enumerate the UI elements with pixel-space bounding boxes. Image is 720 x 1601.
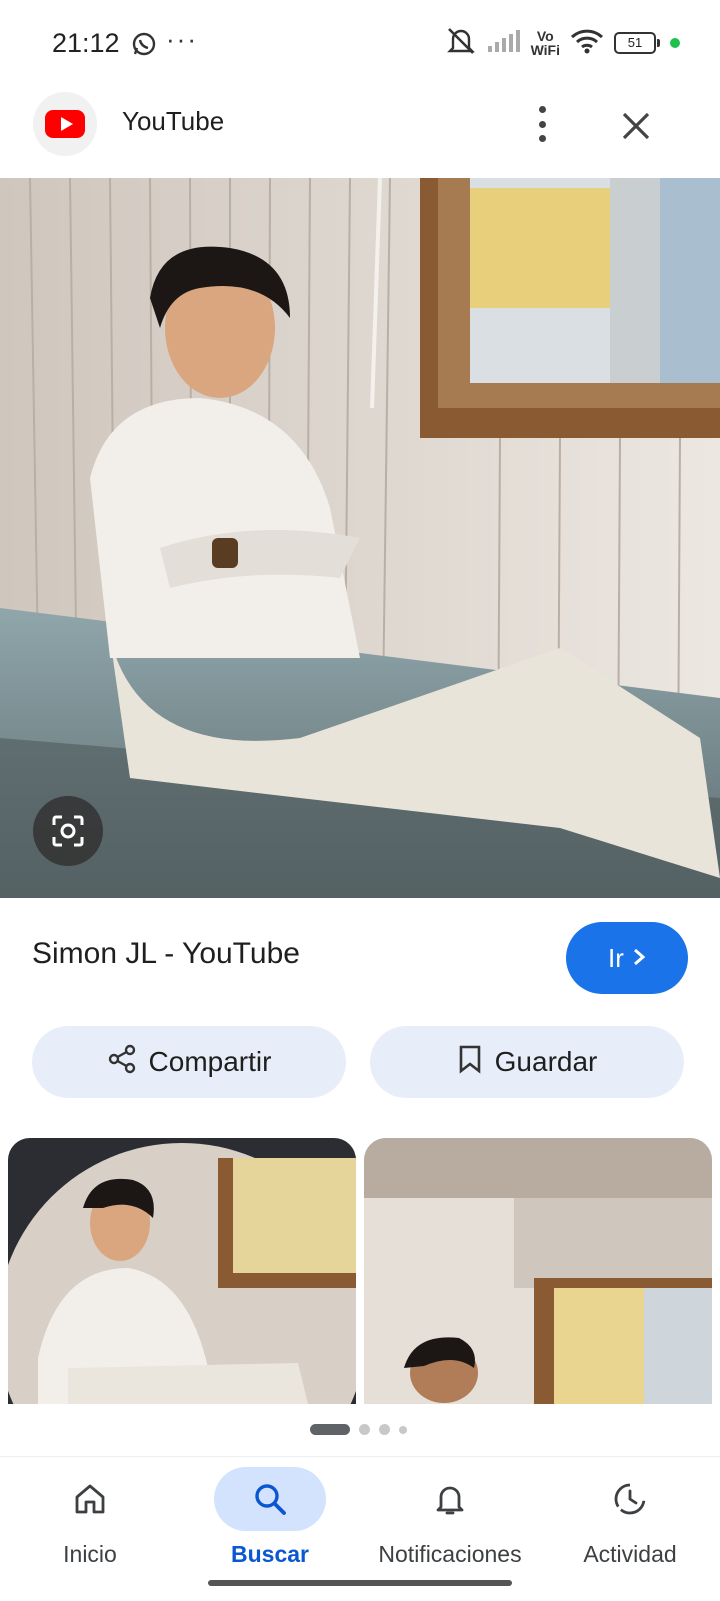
activity-icon xyxy=(574,1467,686,1531)
page-dot xyxy=(379,1424,390,1435)
result-header: YouTube xyxy=(0,90,720,178)
result-title[interactable]: Simon JL - YouTube xyxy=(32,937,300,971)
wifi-icon xyxy=(570,28,604,59)
vowifi-indicator: Vo WiFi xyxy=(530,28,560,58)
home-icon xyxy=(34,1467,146,1531)
save-button[interactable]: Guardar xyxy=(370,1026,684,1098)
go-button-label: Ir xyxy=(608,942,624,973)
chevron-right-icon xyxy=(632,943,646,974)
nav-label-buscar: Buscar xyxy=(231,1541,309,1567)
page-dot xyxy=(399,1425,407,1434)
bell-icon xyxy=(394,1467,506,1531)
nav-item-notificaciones[interactable]: Notificaciones xyxy=(360,1457,540,1577)
more-vert-icon[interactable] xyxy=(522,102,562,146)
nav-item-buscar[interactable]: Buscar xyxy=(180,1457,360,1577)
site-favicon xyxy=(33,92,97,156)
bookmark-icon xyxy=(457,1044,483,1081)
gesture-bar[interactable] xyxy=(208,1580,512,1586)
status-icons: Vo WiFi 51 xyxy=(445,26,680,60)
share-label: Compartir xyxy=(148,1046,272,1077)
privacy-indicator-dot xyxy=(670,38,680,48)
save-label: Guardar xyxy=(494,1046,598,1077)
lens-search-icon[interactable] xyxy=(33,796,103,866)
whatsapp-icon xyxy=(131,31,157,62)
status-more-icon: ··· xyxy=(166,24,198,54)
status-bar: 21:12 ··· Vo WiFi 51 xyxy=(0,0,720,90)
related-image-thumbnail[interactable] xyxy=(364,1138,712,1404)
nav-item-actividad[interactable]: Actividad xyxy=(540,1457,720,1577)
go-button[interactable]: Ir xyxy=(566,922,688,994)
nav-label-notificaciones: Notificaciones xyxy=(378,1541,522,1567)
nav-label-actividad: Actividad xyxy=(583,1541,677,1567)
page-dot-active xyxy=(310,1424,350,1435)
site-name[interactable]: YouTube xyxy=(122,106,224,137)
search-icon xyxy=(214,1467,326,1531)
nav-label-inicio: Inicio xyxy=(63,1541,117,1567)
page-dot xyxy=(359,1424,370,1435)
youtube-logo xyxy=(45,110,85,138)
related-image-thumbnail[interactable] xyxy=(8,1138,356,1404)
carousel-page-indicator xyxy=(310,1424,407,1435)
result-image[interactable] xyxy=(0,178,720,898)
nav-item-inicio[interactable]: Inicio xyxy=(0,1457,180,1577)
signal-icon xyxy=(487,29,521,58)
status-time: 21:12 xyxy=(52,28,120,58)
mute-icon xyxy=(445,26,477,61)
share-button[interactable]: Compartir xyxy=(32,1026,346,1098)
close-icon[interactable] xyxy=(614,104,658,148)
battery-icon: 51 xyxy=(614,32,660,54)
share-icon xyxy=(107,1044,137,1081)
